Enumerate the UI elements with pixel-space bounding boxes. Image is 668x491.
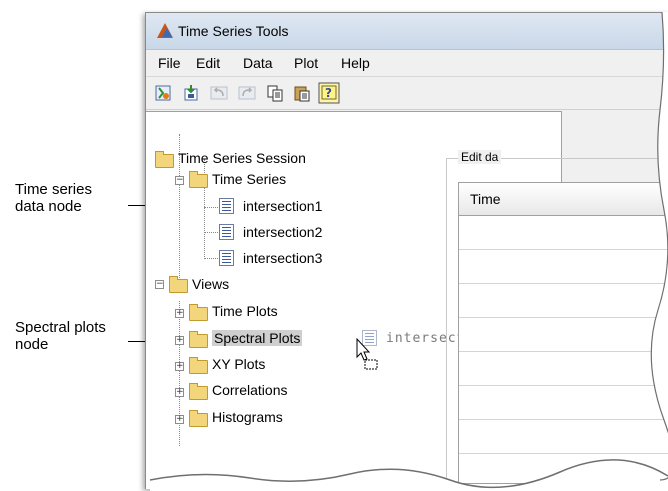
- torn-edge-overlay: [149, 11, 668, 491]
